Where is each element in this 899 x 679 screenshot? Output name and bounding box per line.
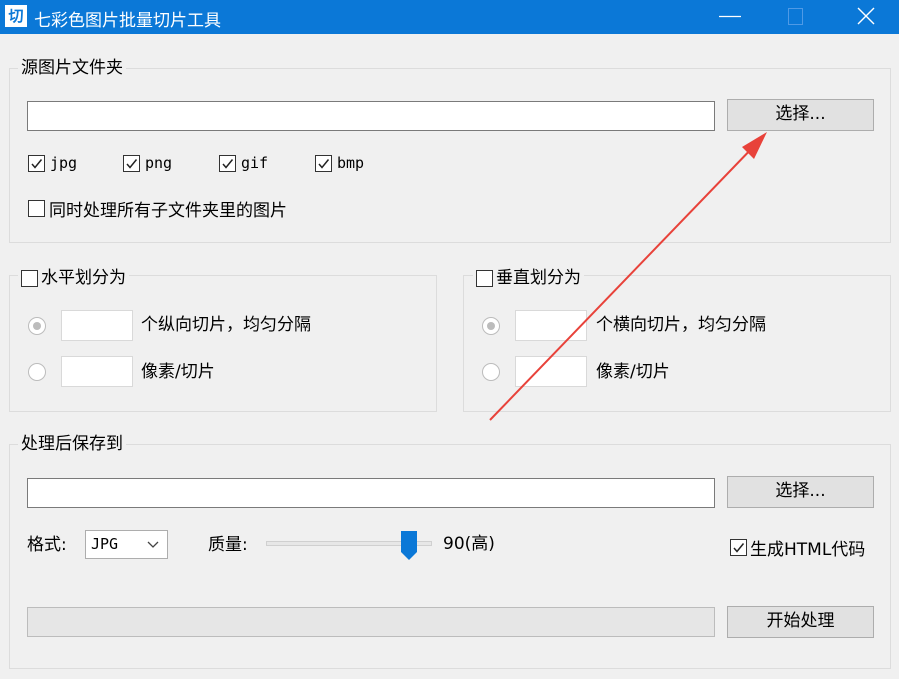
output-group-title: 处理后保存到 — [18, 433, 126, 455]
generate-html-label: 生成HTML代码 — [750, 540, 866, 560]
start-button[interactable]: 开始处理 — [727, 606, 874, 638]
close-button[interactable] — [843, 0, 889, 34]
app-icon: 切 — [5, 5, 27, 27]
quality-slider-thumb[interactable] — [400, 530, 418, 561]
format-bmp-label: bmp — [337, 154, 365, 172]
format-jpg-label: jpg — [50, 154, 78, 172]
title-bar[interactable]: 切 七彩色图片批量切片工具 — [0, 0, 899, 34]
checkbox-box — [28, 200, 45, 217]
checkbox-check-icon — [219, 154, 236, 172]
format-label: 格式: — [27, 535, 67, 555]
checkbox-check-icon — [730, 539, 747, 556]
window-title: 七彩色图片批量切片工具 — [34, 11, 221, 31]
format-select-value: JPG — [91, 535, 119, 553]
format-png-checkbox[interactable]: png — [123, 154, 172, 172]
format-gif-label: gif — [241, 154, 269, 172]
chevron-down-icon — [147, 541, 159, 548]
output-choose-button[interactable]: 选择... — [727, 476, 874, 508]
horizontal-pixel-radio[interactable] — [28, 363, 46, 381]
horizontal-group-title[interactable]: 水平划分为 — [18, 267, 129, 289]
horizontal-checkbox[interactable] — [21, 269, 38, 287]
close-icon — [857, 7, 875, 25]
annotation-arrow — [489, 132, 767, 421]
quality-label: 质量: — [208, 535, 248, 555]
format-jpg-checkbox[interactable]: jpg — [28, 154, 77, 172]
horizontal-even-radio[interactable] — [28, 317, 46, 335]
horizontal-pixel-input[interactable] — [61, 356, 133, 387]
source-choose-button[interactable]: 选择... — [727, 99, 874, 131]
format-gif-checkbox[interactable]: gif — [219, 154, 268, 172]
checkbox-check-icon — [315, 154, 332, 172]
maximize-icon — [788, 8, 803, 25]
minimize-icon — [719, 15, 741, 18]
generate-html-checkbox[interactable]: 生成HTML代码 — [730, 535, 865, 560]
minimize-button[interactable] — [707, 0, 753, 34]
horizontal-title-label: 水平划分为 — [41, 268, 126, 288]
maximize-button[interactable] — [772, 0, 818, 34]
source-folder-input[interactable] — [27, 101, 715, 131]
format-png-label: png — [145, 154, 173, 172]
checkbox-check-icon — [123, 154, 140, 172]
output-folder-input[interactable] — [27, 478, 715, 508]
horizontal-group — [9, 275, 437, 412]
horizontal-even-label: 个纵向切片，均匀分隔 — [141, 315, 311, 335]
horizontal-pixel-label: 像素/切片 — [141, 362, 215, 382]
format-select[interactable]: JPG — [85, 530, 168, 559]
source-group-title: 源图片文件夹 — [18, 57, 126, 79]
format-bmp-checkbox[interactable]: bmp — [315, 154, 364, 172]
progress-bar — [27, 607, 715, 637]
quality-value-text: 90(高) — [443, 534, 495, 554]
checkbox-check-icon — [28, 154, 45, 172]
subfolders-checkbox[interactable]: 同时处理所有子文件夹里的图片 — [28, 196, 287, 221]
subfolders-label: 同时处理所有子文件夹里的图片 — [49, 201, 287, 221]
horizontal-count-input[interactable] — [61, 310, 133, 341]
